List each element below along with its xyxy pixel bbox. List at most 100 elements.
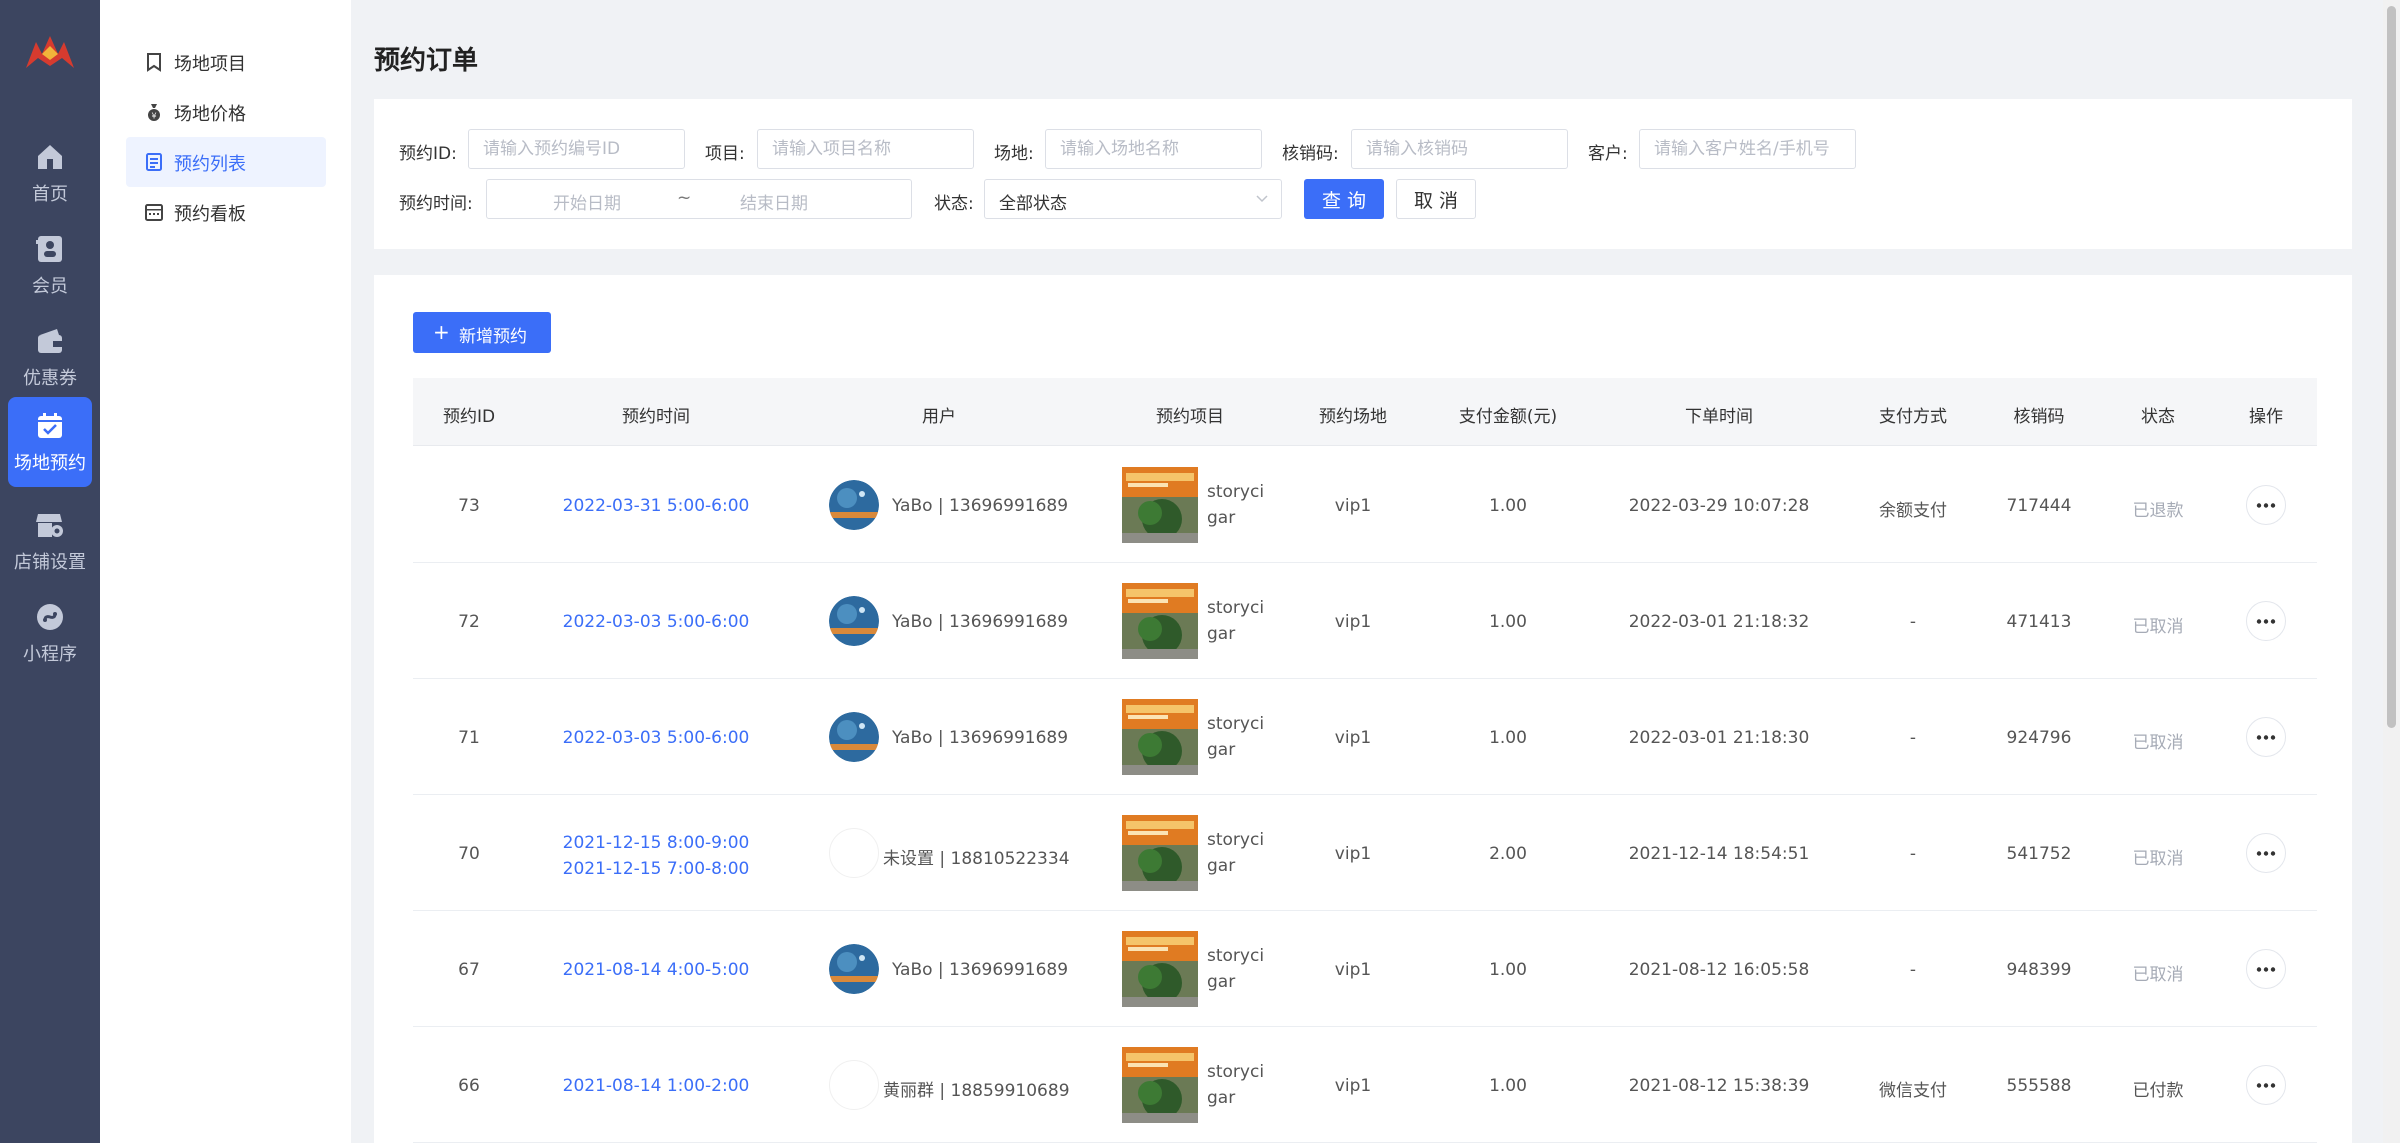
table-row[interactable]: 73 2022-03-31 5:00-6:00 YaBo | 136969916…	[413, 447, 2317, 563]
more-actions-button[interactable]	[2246, 949, 2286, 989]
table-row[interactable]: 72 2022-03-03 5:00-6:00 YaBo | 136969916…	[413, 563, 2317, 679]
booking-time-label: 预约时间:	[399, 194, 473, 214]
project-label: 项目:	[705, 144, 745, 164]
pay-amount: 1.00	[1489, 496, 1527, 516]
rail-item-mini-program[interactable]: 小程序	[8, 588, 92, 678]
status-select-value: 全部状态	[999, 194, 1067, 214]
status-text: 已取消	[2132, 965, 2184, 985]
table-row[interactable]: 70 2021-12-15 8:00-9:00 2021-12-15 7:00-…	[413, 795, 2317, 911]
customer-label: 客户:	[1588, 144, 1628, 164]
code-label: 核销码:	[1282, 144, 1339, 164]
column-header: 预约场地	[1319, 407, 1387, 427]
submenu-item-label: 场地价格	[174, 104, 246, 125]
user-info: YaBo | 13696991689	[892, 960, 1069, 980]
booking-time-link[interactable]: 2021-12-15 7:00-8:00	[563, 859, 750, 879]
verification-code-input[interactable]	[1351, 129, 1568, 169]
user-info: YaBo | 13696991689	[892, 612, 1069, 632]
column-header: 下单时间	[1685, 407, 1753, 427]
venue-name: vip1	[1334, 960, 1372, 980]
main-nav-rail: 首页 会员 优惠券 场地预约 店铺设置 小程序	[0, 0, 100, 1143]
date-range-picker[interactable]: 开始日期 ~ 结束日期	[486, 179, 912, 219]
status-text: 已取消	[2132, 617, 2184, 637]
venue-input[interactable]	[1045, 129, 1262, 169]
verification-code: 541752	[2006, 844, 2072, 864]
more-dots-icon	[2256, 851, 2276, 856]
project-name: storyci gar	[1207, 946, 1265, 992]
submenu-item-venue-price[interactable]: ¥ 场地价格	[126, 87, 326, 137]
bookmark-icon	[147, 53, 161, 72]
cancel-button[interactable]: 取 消	[1396, 179, 1476, 219]
more-actions-button[interactable]	[2246, 601, 2286, 641]
booking-time-link[interactable]: 2021-12-15 8:00-9:00	[563, 833, 750, 853]
column-header: 操作	[2249, 407, 2283, 427]
submenu-item-label: 预约列表	[174, 154, 246, 175]
booking-time-link[interactable]: 2021-08-14 1:00-2:00	[563, 1076, 750, 1096]
project-thumbnail	[1122, 1047, 1198, 1123]
scrollbar-thumb[interactable]	[2387, 6, 2396, 728]
order-time: 2021-08-12 16:05:58	[1628, 960, 1810, 980]
more-dots-icon	[2256, 1083, 2276, 1088]
list-icon	[146, 153, 162, 171]
order-time: 2022-03-29 10:07:28	[1628, 496, 1810, 516]
home-icon	[38, 145, 62, 169]
status-label: 状态:	[934, 194, 974, 214]
brand-logo[interactable]	[22, 32, 78, 72]
submenu-item-booking-board[interactable]: 预约看板	[126, 187, 326, 237]
query-button[interactable]: 查 询	[1304, 179, 1384, 219]
plus-icon: +	[433, 320, 450, 344]
booking-id-input[interactable]	[468, 129, 685, 169]
rail-item-label: 首页	[32, 184, 68, 205]
project-thumbnail	[1122, 699, 1198, 775]
end-date-placeholder[interactable]: 结束日期	[740, 189, 808, 214]
add-booking-button[interactable]: + 新增预约	[413, 312, 551, 353]
project-thumbnail	[1122, 815, 1198, 891]
column-header: 预约ID	[442, 407, 496, 427]
pay-amount: 1.00	[1489, 1076, 1527, 1096]
table-row[interactable]: 67 2021-08-14 4:00-5:00 YaBo | 136969916…	[413, 911, 2317, 1027]
rail-item-label: 场地预约	[14, 453, 86, 474]
booking-time-link[interactable]: 2022-03-03 5:00-6:00	[563, 728, 750, 748]
pay-method: 余额支付	[1879, 501, 1947, 521]
pay-method: -	[1909, 728, 1917, 748]
user-info: YaBo | 13696991689	[892, 728, 1069, 748]
rail-item-store-settings[interactable]: 店铺设置	[8, 496, 92, 586]
more-dots-icon	[2256, 735, 2276, 740]
more-actions-button[interactable]	[2246, 717, 2286, 757]
booking-time-link[interactable]: 2022-03-31 5:00-6:00	[563, 496, 750, 516]
more-actions-button[interactable]	[2246, 1065, 2286, 1105]
column-header: 核销码	[2013, 407, 2065, 427]
submenu-item-venue-projects[interactable]: 场地项目	[126, 37, 326, 87]
status-text: 已付款	[2132, 1081, 2184, 1101]
order-time: 2021-08-12 15:38:39	[1628, 1076, 1810, 1096]
user-avatar	[829, 828, 879, 878]
rail-item-venue-booking[interactable]: 场地预约	[8, 397, 92, 487]
project-input[interactable]	[757, 129, 974, 169]
project-thumbnail	[1122, 467, 1198, 543]
pay-method: -	[1909, 612, 1917, 632]
submenu-item-booking-list[interactable]: 预约列表	[126, 137, 326, 187]
status-select[interactable]: 全部状态	[984, 179, 1282, 219]
rail-item-home[interactable]: 首页	[8, 128, 92, 218]
user-avatar	[829, 944, 879, 994]
booking-id: 71	[458, 728, 480, 748]
pay-method: -	[1909, 960, 1917, 980]
status-text: 已退款	[2132, 501, 2184, 521]
more-actions-button[interactable]	[2246, 833, 2286, 873]
venue-name: vip1	[1334, 612, 1372, 632]
booking-time-link[interactable]: 2022-03-03 5:00-6:00	[563, 612, 750, 632]
more-actions-button[interactable]	[2246, 485, 2286, 525]
project-name: storyci gar	[1207, 482, 1265, 528]
mini-program-icon	[37, 604, 63, 630]
rail-item-coupon[interactable]: 优惠券	[8, 312, 92, 402]
customer-input[interactable]	[1639, 129, 1856, 169]
start-date-placeholder[interactable]: 开始日期	[553, 189, 621, 214]
table-row[interactable]: 71 2022-03-03 5:00-6:00 YaBo | 136969916…	[413, 679, 2317, 795]
page-scrollbar[interactable]	[2383, 0, 2400, 1143]
column-header: 用户	[922, 407, 956, 427]
rail-item-label: 小程序	[23, 644, 77, 665]
rail-item-member[interactable]: 会员	[8, 220, 92, 310]
rail-item-label: 店铺设置	[14, 552, 86, 573]
table-row[interactable]: 66 2021-08-14 1:00-2:00 黄丽群 | 1885991068…	[413, 1027, 2317, 1143]
booking-time-link[interactable]: 2021-08-14 4:00-5:00	[563, 960, 750, 980]
project-name: storyci gar	[1207, 714, 1265, 760]
